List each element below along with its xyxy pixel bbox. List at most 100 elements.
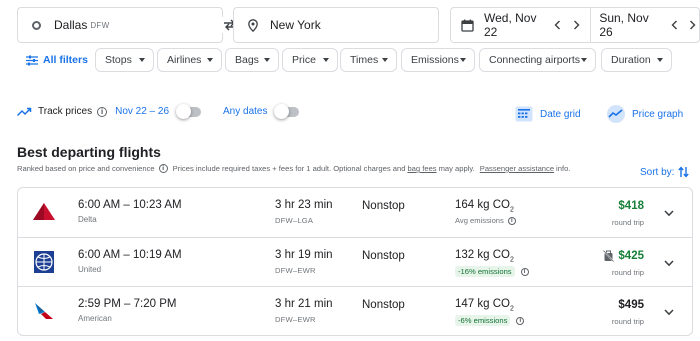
filter-chip-connecting-airports[interactable]: Connecting airports: [479, 48, 596, 72]
flight-row[interactable]: 2:59 PM – 7:20 PM American 3 hr 21 min D…: [18, 286, 692, 335]
co2-amount: 164 kg CO2: [455, 199, 514, 214]
track-prices-label: Track prices: [38, 106, 93, 117]
next-departure-date-button[interactable]: [570, 18, 582, 32]
caret-down-icon: [460, 58, 466, 62]
info-icon[interactable]: i: [520, 267, 529, 276]
flight-price: $495: [618, 299, 644, 311]
chevron-right-icon: [690, 20, 696, 30]
track-dates: Nov 22 – 26: [115, 106, 170, 117]
airline-name: Delta: [78, 215, 97, 224]
airline-name: American: [78, 314, 112, 323]
price-graph-button[interactable]: Price graph: [606, 105, 683, 123]
chevron-down-icon: [664, 308, 674, 315]
location-pin-icon: [248, 18, 258, 32]
any-dates-label: Any dates: [223, 106, 268, 117]
filter-chip-airlines[interactable]: Airlines: [157, 48, 222, 72]
chip-label: Price: [292, 54, 316, 66]
departure-date[interactable]: Wed, Nov 22: [484, 11, 546, 39]
chevron-right-icon: [573, 20, 580, 30]
sort-by-button[interactable]: Sort by:: [640, 166, 690, 178]
flight-price: $418: [618, 200, 644, 212]
all-filters-label: All filters: [43, 54, 88, 66]
flight-route: DFW–EWR: [275, 315, 316, 324]
track-prices-toggle-group[interactable]: Track prices i Nov 22 – 26: [17, 103, 202, 119]
origin-field[interactable]: Dallas DFW: [17, 7, 223, 43]
flight-row[interactable]: 6:00 AM – 10:23 AM Delta 3 hr 23 min DFW…: [18, 188, 692, 237]
bag-fees-link[interactable]: bag fees: [407, 164, 436, 173]
delta-logo-icon: [32, 200, 56, 224]
any-dates-switch[interactable]: [274, 103, 300, 119]
expand-button[interactable]: [662, 305, 676, 319]
united-logo-icon: [32, 250, 56, 274]
caret-down-icon: [382, 58, 388, 62]
flight-stops: Nonstop: [362, 200, 405, 212]
prev-return-date-button[interactable]: [668, 18, 680, 32]
caret-down-icon: [139, 58, 145, 62]
price-note: round trip: [611, 218, 644, 227]
chip-label: Stops: [105, 54, 132, 66]
info-icon[interactable]: i: [516, 316, 525, 325]
flight-row[interactable]: 6:00 AM – 10:19 AM United 3 hr 19 min DF…: [18, 237, 692, 286]
all-filters-button[interactable]: All filters: [26, 48, 88, 72]
emissions-label: Avg emissions: [455, 216, 504, 225]
flight-stops: Nonstop: [362, 250, 405, 262]
chip-label: Airlines: [167, 54, 202, 66]
date-grid-label: Date grid: [540, 108, 581, 120]
flight-price: $425: [618, 250, 644, 262]
co2-amount: 147 kg CO2: [455, 298, 514, 313]
dates-field[interactable]: Wed, Nov 22 Sun, Nov 26: [450, 7, 700, 43]
emissions-note: -6% emissions i: [455, 315, 525, 326]
price-graph-icon: [607, 105, 625, 123]
ranked-text: Ranked based on price and convenience: [17, 164, 155, 173]
chevron-down-icon: [664, 209, 674, 216]
price-graph-label: Price graph: [632, 108, 684, 120]
passenger-assistance-link[interactable]: Passenger assistance: [480, 164, 554, 173]
chip-label: Connecting airports: [489, 54, 581, 66]
origin-circle-icon: [32, 20, 41, 30]
chip-label: Bags: [235, 54, 259, 66]
date-grid-button[interactable]: Date grid: [515, 106, 581, 122]
emissions-note: Avg emissions i: [455, 216, 516, 225]
filter-sliders-icon: [26, 55, 38, 65]
expand-button[interactable]: [662, 206, 676, 220]
filter-chip-duration[interactable]: Duration: [601, 48, 672, 72]
any-dates-toggle-group[interactable]: Any dates: [223, 103, 300, 119]
filter-chip-emissions[interactable]: Emissions: [401, 48, 475, 72]
flight-route: DFW–LGA: [275, 216, 314, 225]
filter-chip-stops[interactable]: Stops: [95, 48, 154, 72]
flight-results-list: 6:00 AM – 10:23 AM Delta 3 hr 23 min DFW…: [17, 187, 693, 336]
prev-departure-date-button[interactable]: [552, 18, 564, 32]
flight-times: 6:00 AM – 10:19 AM: [78, 249, 182, 261]
destination-city: New York: [270, 18, 321, 32]
emissions-note: -16% emissions i: [455, 266, 529, 277]
caret-down-icon: [207, 58, 213, 62]
filter-chip-bags[interactable]: Bags: [225, 48, 279, 72]
return-date[interactable]: Sun, Nov 26: [599, 11, 658, 39]
flight-price-group: $425: [603, 250, 644, 262]
track-prices-bar: Track prices i Nov 22 – 26 Any dates Dat…: [17, 100, 700, 130]
price-note: round trip: [611, 268, 644, 277]
flight-duration: 3 hr 19 min: [275, 249, 333, 261]
co2-amount: 132 kg CO2: [455, 249, 514, 264]
flight-route: DFW–EWR: [275, 266, 316, 275]
emissions-tag: -6% emissions: [455, 315, 511, 326]
destination-field[interactable]: New York: [233, 7, 439, 43]
info-icon[interactable]: i: [507, 216, 516, 225]
flight-duration: 3 hr 21 min: [275, 298, 333, 310]
filter-chip-times[interactable]: Times: [340, 48, 397, 72]
results-disclaimer: Ranked based on price and convenience i …: [17, 164, 570, 173]
info-icon[interactable]: i: [97, 106, 108, 117]
track-prices-switch[interactable]: [176, 103, 202, 119]
flight-times: 2:59 PM – 7:20 PM: [78, 298, 177, 310]
info-icon[interactable]: i: [158, 164, 168, 173]
date-divider: [590, 7, 592, 43]
next-return-date-button[interactable]: [687, 18, 699, 32]
sort-arrows-icon: [678, 166, 690, 178]
filter-chip-price[interactable]: Price: [282, 48, 338, 72]
expand-button[interactable]: [662, 256, 676, 270]
chip-label: Times: [350, 54, 379, 66]
origin-code: DFW: [90, 20, 110, 30]
prices-text: Prices include required taxes + fees for…: [172, 164, 406, 173]
flight-times: 6:00 AM – 10:23 AM: [78, 199, 182, 211]
may-apply-text: may apply.: [438, 164, 475, 173]
